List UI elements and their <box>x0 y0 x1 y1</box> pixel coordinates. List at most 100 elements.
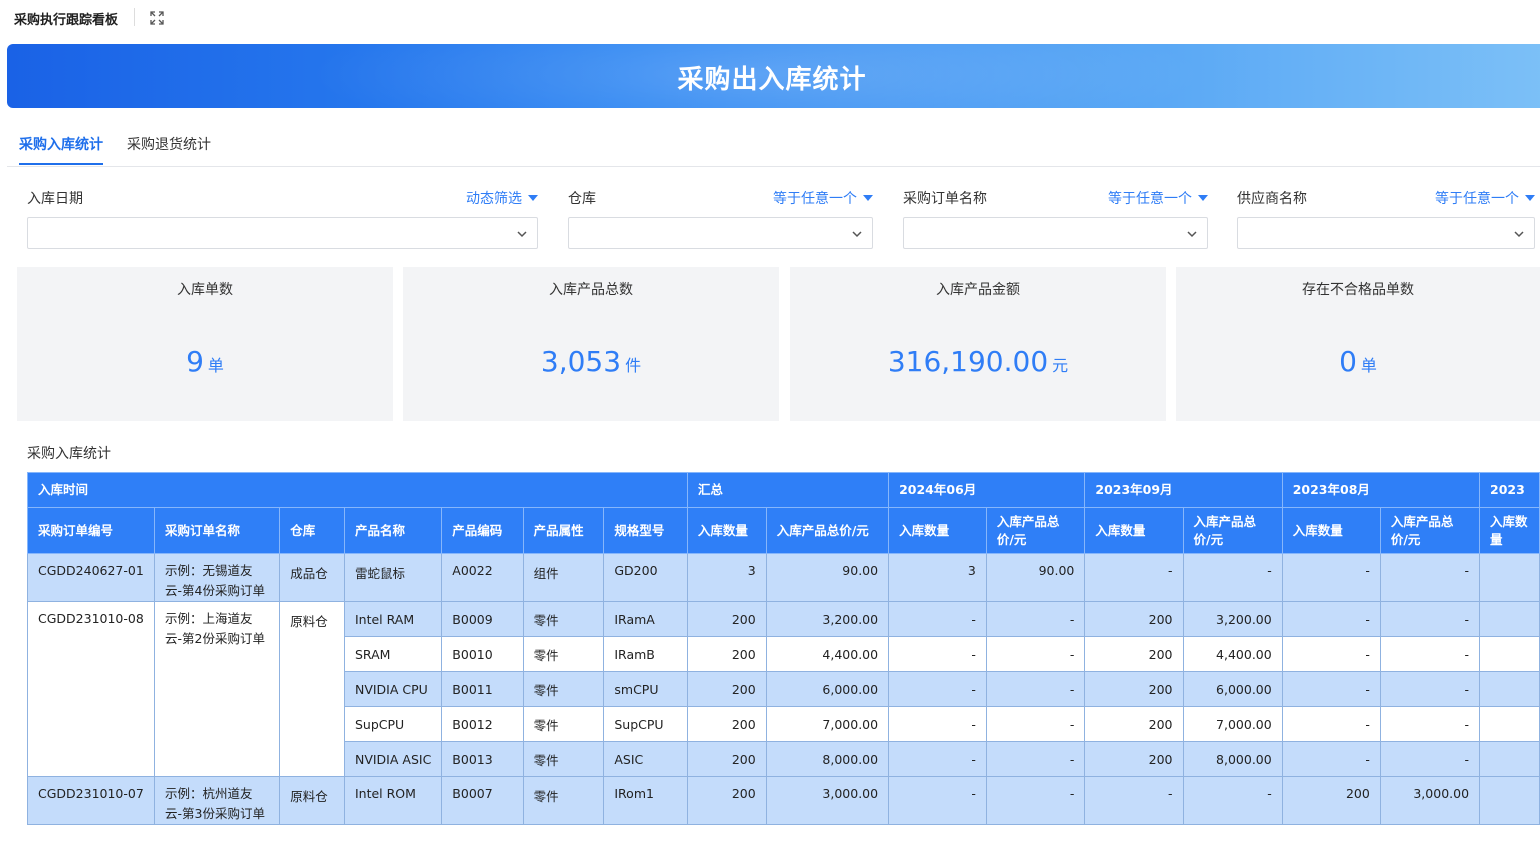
product-name-cell: NVIDIA ASIC <box>343 741 443 777</box>
kpi-value: 0单 <box>1339 345 1377 378</box>
qty-cell: 200 <box>686 636 767 672</box>
order-number-cell: CGDD231010-08 <box>27 601 155 777</box>
product-code-cell: B0009 <box>441 601 524 637</box>
product-name-cell: 雷蛇鼠标 <box>343 553 443 602</box>
qty-cell: 200 <box>686 706 767 742</box>
warehouse-cell: 成品仓 <box>279 553 345 602</box>
column-header[interactable]: 产品属性 <box>522 507 605 554</box>
pivot-table: 入库时间 汇总 2024年06月 2023年09月 2023年08月 2023 … <box>27 472 1540 825</box>
column-header-amount[interactable]: 入库产品总价/元 <box>1379 507 1481 554</box>
spec-cell: IRamA <box>603 601 688 637</box>
truncated-cell <box>1479 776 1540 825</box>
filter-select-box[interactable] <box>27 217 538 249</box>
amount-cell: - <box>985 601 1086 637</box>
qty-cell: 3 <box>888 553 987 602</box>
amount-cell: - <box>1379 636 1481 672</box>
filter-mode-dropdown[interactable]: 等于任意一个 <box>773 188 873 208</box>
column-header-qty[interactable]: 入库数量 <box>1084 507 1184 554</box>
column-header[interactable]: 产品编码 <box>441 507 524 554</box>
column-header[interactable]: 采购订单编号 <box>27 507 155 554</box>
warehouse-cell: 原料仓 <box>279 601 345 777</box>
kpi-label: 存在不合格品单数 <box>1302 282 1414 298</box>
product-code-cell: B0012 <box>441 706 524 742</box>
amount-cell: 4,400.00 <box>1182 636 1283 672</box>
qty-cell: 200 <box>686 741 767 777</box>
order-name-cell: 示例：上海道友云-第2份采购订单 <box>153 601 281 777</box>
warehouse-cell: 原料仓 <box>279 776 345 825</box>
amount-cell: 6,000.00 <box>1182 671 1283 707</box>
qty-cell: - <box>1281 741 1381 777</box>
column-header-qty[interactable]: 入库数量 <box>888 507 987 554</box>
qty-cell: - <box>888 741 987 777</box>
column-header-amount[interactable]: 入库产品总价/元 <box>765 507 890 554</box>
chevron-down-icon <box>1187 231 1197 238</box>
kpi-label: 入库产品总数 <box>549 282 633 298</box>
product-attr-cell: 零件 <box>522 671 605 707</box>
column-header-amount[interactable]: 入库产品总价/元 <box>985 507 1086 554</box>
tab-inbound-stats[interactable]: 采购入库统计 <box>19 134 103 165</box>
caret-down-icon <box>1525 195 1535 201</box>
qty-cell: - <box>888 706 987 742</box>
column-header-amount[interactable]: 入库产品总价/元 <box>1182 507 1283 554</box>
header-group-2023-08: 2023年08月 <box>1281 472 1481 508</box>
column-header[interactable]: 产品名称 <box>343 507 443 554</box>
column-header-qty[interactable]: 入库数量 <box>686 507 767 554</box>
header-inbound-time: 入库时间 <box>27 472 688 508</box>
qty-cell: 3 <box>686 553 767 602</box>
product-code-cell: A0022 <box>441 553 524 602</box>
qty-cell: 200 <box>1084 601 1184 637</box>
spec-cell: smCPU <box>603 671 688 707</box>
column-header[interactable]: 规格型号 <box>603 507 688 554</box>
column-header-qty[interactable]: 入库数量 <box>1479 507 1540 554</box>
amount-cell: - <box>1379 601 1481 637</box>
qty-cell: - <box>888 776 987 825</box>
qty-cell: - <box>1281 636 1381 672</box>
filter-mode-dropdown[interactable]: 等于任意一个 <box>1108 188 1208 208</box>
product-attr-cell: 零件 <box>522 741 605 777</box>
amount-cell: - <box>1182 553 1283 602</box>
truncated-cell <box>1479 553 1540 602</box>
qty-cell: 200 <box>686 671 767 707</box>
product-name-cell: Intel ROM <box>343 776 443 825</box>
fullscreen-icon[interactable] <box>150 10 164 25</box>
table-row: CGDD231010-07 示例：杭州道友云-第3份采购订单 原料仓 Intel RO… <box>27 776 1540 825</box>
filter-select-box[interactable] <box>568 217 873 249</box>
header-group-2023-09: 2023年09月 <box>1084 472 1283 508</box>
column-header-qty[interactable]: 入库数量 <box>1281 507 1381 554</box>
filter-select-box[interactable] <box>1237 217 1535 249</box>
truncated-cell <box>1479 671 1540 707</box>
qty-cell: 200 <box>686 776 767 825</box>
filter-mode-dropdown[interactable]: 等于任意一个 <box>1435 188 1535 208</box>
product-code-cell: B0010 <box>441 636 524 672</box>
product-attr-cell: 零件 <box>522 776 605 825</box>
amount-cell: - <box>1182 776 1283 825</box>
chevron-down-icon <box>1514 231 1524 238</box>
amount-cell: 8,000.00 <box>765 741 890 777</box>
order-number-cell: CGDD240627-01 <box>27 553 155 602</box>
product-name-cell: Intel RAM <box>343 601 443 637</box>
product-attr-cell: 零件 <box>522 601 605 637</box>
caret-down-icon <box>1198 195 1208 201</box>
caret-down-icon <box>528 195 538 201</box>
spec-cell: ASIC <box>603 741 688 777</box>
amount-cell: 4,400.00 <box>765 636 890 672</box>
column-header[interactable]: 采购订单名称 <box>153 507 281 554</box>
kpi-card-defect-count: 存在不合格品单数 0单 <box>1176 267 1540 421</box>
amount-cell: 7,000.00 <box>1182 706 1283 742</box>
amount-cell: 90.00 <box>985 553 1086 602</box>
product-code-cell: B0013 <box>441 741 524 777</box>
column-header[interactable]: 仓库 <box>279 507 345 554</box>
amount-cell: 3,200.00 <box>765 601 890 637</box>
table-row: CGDD231010-08 示例：上海道友云-第2份采购订单 原料仓 Intel RA… <box>27 601 1540 777</box>
amount-cell: - <box>1379 706 1481 742</box>
qty-cell: 200 <box>1281 776 1381 825</box>
filter-select-box[interactable] <box>903 217 1208 249</box>
amount-cell: 7,000.00 <box>765 706 890 742</box>
tab-return-stats[interactable]: 采购退货统计 <box>127 134 211 154</box>
qty-cell: 200 <box>1084 671 1184 707</box>
filter-mode-dropdown[interactable]: 动态筛选 <box>466 188 538 208</box>
header-group-2023-cut: 2023 <box>1479 472 1540 508</box>
product-attr-cell: 零件 <box>522 636 605 672</box>
truncated-cell <box>1479 601 1540 637</box>
qty-cell: - <box>888 601 987 637</box>
